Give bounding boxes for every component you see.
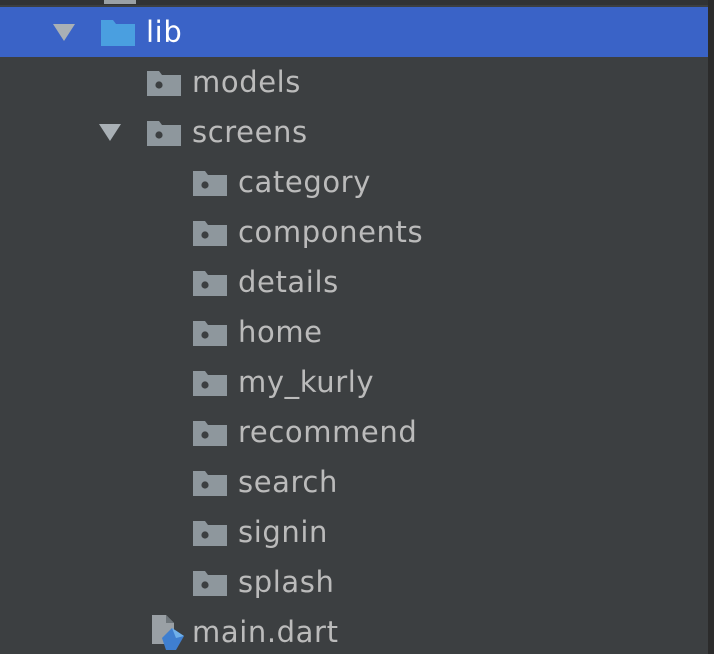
tree-item-label: components	[238, 215, 424, 249]
tree-row-folder[interactable]: models	[0, 57, 708, 107]
tree-row-folder[interactable]: screens	[0, 107, 708, 157]
tree-item-label: screens	[192, 115, 308, 149]
folder-icon	[147, 69, 181, 103]
folder-icon	[193, 569, 227, 603]
folder-icon	[193, 269, 227, 303]
source-folder-icon	[101, 18, 135, 53]
tree-row-folder[interactable]: my_kurly	[0, 357, 708, 407]
tree-item-label: signin	[238, 515, 328, 549]
tree-row-folder[interactable]: home	[0, 307, 708, 357]
tree-item-label: main.dart	[192, 615, 339, 649]
tree-item-label: search	[238, 465, 338, 499]
tree-item-label: details	[238, 265, 339, 299]
tree-row-folder[interactable]: splash	[0, 557, 708, 607]
expand-arrow-icon[interactable]	[99, 124, 121, 141]
tree-row-folder[interactable]: signin	[0, 507, 708, 557]
folder-icon	[193, 519, 227, 553]
folder-icon	[147, 119, 181, 153]
folder-icon	[193, 469, 227, 503]
tree-item-label: lib	[146, 15, 183, 49]
tree-row-folder[interactable]: search	[0, 457, 708, 507]
folder-icon	[193, 219, 227, 253]
tree-item-label: recommend	[238, 415, 418, 449]
tree-row-folder[interactable]: details	[0, 257, 708, 307]
folder-icon	[193, 369, 227, 403]
header-strip	[0, 0, 708, 5]
tree-row-file[interactable]: main.dart	[0, 607, 708, 654]
tree-item-label: splash	[238, 565, 335, 599]
tree-item-label: home	[238, 315, 323, 349]
tree-row-folder[interactable]: category	[0, 157, 708, 207]
tree-row-folder[interactable]: recommend	[0, 407, 708, 457]
folder-icon	[193, 169, 227, 203]
tree-item-label: my_kurly	[238, 365, 375, 399]
tree-row-lib[interactable]: lib	[0, 7, 708, 57]
folder-icon	[193, 419, 227, 453]
folder-icon	[193, 319, 227, 353]
tree-item-label: category	[238, 165, 371, 199]
dart-file-icon	[150, 614, 186, 654]
tree-row-folder[interactable]: components	[0, 207, 708, 257]
collapsed-parent-stub	[104, 0, 136, 4]
expand-arrow-icon[interactable]	[53, 24, 75, 41]
project-tree-panel: lib models screens category components d…	[0, 0, 714, 654]
vertical-scrollbar[interactable]	[708, 0, 714, 654]
tree-item-label: models	[192, 65, 302, 99]
